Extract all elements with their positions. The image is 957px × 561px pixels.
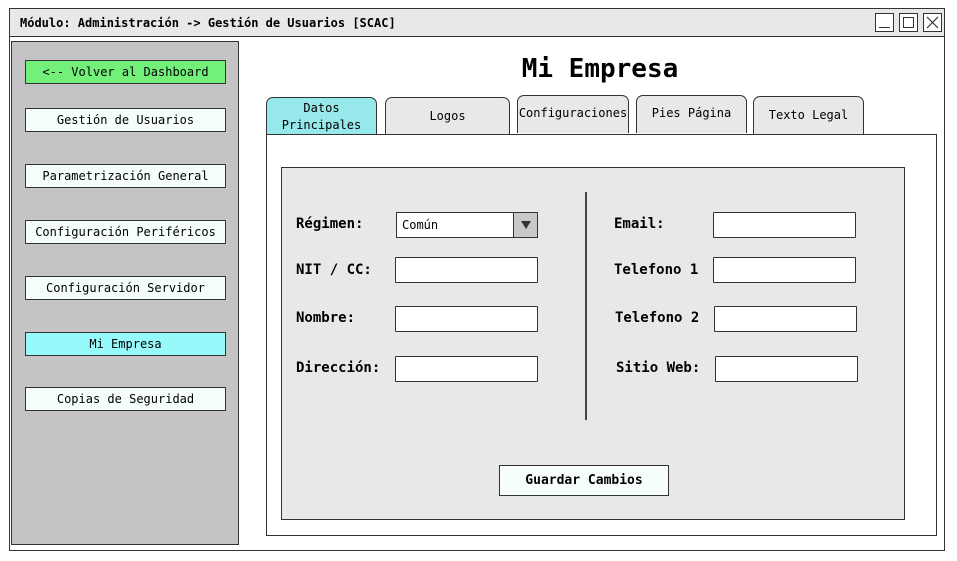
column-divider — [585, 192, 587, 420]
sidebar-item-mi-empresa[interactable]: Mi Empresa — [25, 332, 226, 356]
regimen-select-value: Común — [402, 218, 439, 232]
tab-datos-principales[interactable]: Datos Principales — [266, 97, 377, 135]
sidebar-item-configuracion-servidor[interactable]: Configuración Servidor — [25, 276, 226, 300]
tab-logos[interactable]: Logos — [385, 97, 510, 135]
telefono1-input[interactable] — [713, 257, 856, 283]
title-bar: Módulo: Administración -> Gestión de Usu… — [10, 9, 944, 37]
sitio-web-input[interactable] — [715, 356, 858, 382]
email-input[interactable] — [713, 212, 856, 238]
nombre-label: Nombre: — [296, 310, 356, 326]
nit-input[interactable] — [395, 257, 538, 283]
sidebar-item-gestion-usuarios[interactable]: Gestión de Usuarios — [25, 108, 226, 132]
tab-label-line1: Datos — [303, 100, 340, 115]
regimen-label: Régimen: — [296, 216, 364, 232]
tab-label: Pies Página — [651, 106, 732, 120]
tab-texto-legal[interactable]: Texto Legal — [753, 96, 864, 134]
minimize-icon[interactable] — [875, 13, 894, 32]
tab-label: Logos — [429, 109, 466, 123]
sidebar-item-copias-seguridad[interactable]: Copias de Seguridad — [25, 387, 226, 411]
telefono2-label: Telefono 2 — [615, 310, 700, 326]
close-icon[interactable] — [923, 13, 942, 32]
tab-label: Texto Legal — [768, 108, 849, 122]
sidebar-item-parametrizacion-general[interactable]: Parametrización General — [25, 164, 226, 188]
nit-label: NIT / CC: — [296, 262, 372, 278]
tab-label: Configuraciones — [518, 106, 628, 120]
dropdown-arrow-icon[interactable] — [513, 213, 537, 237]
telefono2-input[interactable] — [714, 306, 857, 332]
back-to-dashboard-button[interactable]: <-- Volver al Dashboard — [25, 60, 226, 84]
window-title: Módulo: Administración -> Gestión de Usu… — [20, 16, 396, 30]
telefono1-label: Telefono 1 — [614, 262, 699, 278]
direccion-input[interactable] — [395, 356, 538, 382]
regimen-select[interactable]: Común — [396, 212, 538, 238]
save-changes-button[interactable]: Guardar Cambios — [499, 465, 669, 496]
tab-configuraciones[interactable]: Configuraciones — [517, 95, 629, 133]
nombre-input[interactable] — [395, 306, 538, 332]
maximize-icon[interactable] — [899, 13, 918, 32]
direccion-label: Dirección: — [296, 360, 381, 376]
tab-label-line2: Principales — [281, 117, 362, 132]
sidebar-item-configuracion-perifericos[interactable]: Configuración Periféricos — [25, 220, 226, 244]
sitio-web-label: Sitio Web: — [616, 360, 701, 376]
page-title: Mi Empresa — [521, 54, 679, 84]
email-label: Email: — [614, 216, 665, 232]
tab-pies-pagina[interactable]: Pies Página — [636, 95, 747, 133]
sidebar: <-- Volver al Dashboard Gestión de Usuar… — [11, 41, 239, 545]
